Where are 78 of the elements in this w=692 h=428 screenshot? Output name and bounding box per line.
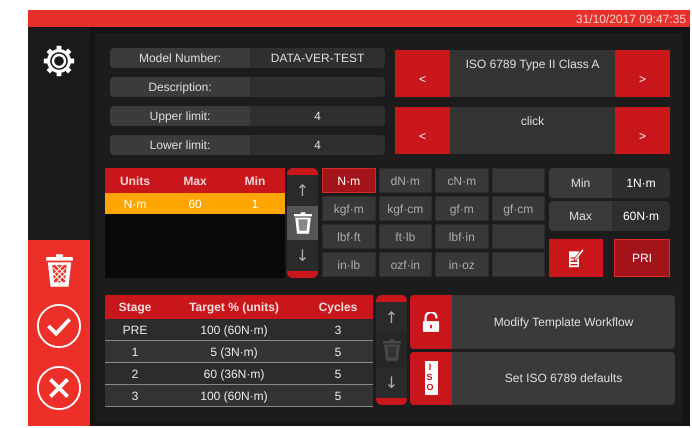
empty-slot: [492, 224, 545, 249]
column-header: Target % (units): [188, 300, 280, 314]
next-button[interactable]: >: [615, 107, 670, 154]
input-field[interactable]: 4: [250, 106, 385, 126]
table-cell-text: 2: [130, 366, 140, 380]
table-cell-text: 60 (36N·m): [202, 366, 266, 380]
trash-icon: [294, 212, 312, 234]
input-field[interactable]: 4: [250, 135, 385, 155]
table-cell-text: 5 (3N·m): [209, 344, 259, 358]
table-cell-text: 100 (60N·m): [199, 388, 269, 402]
input-field[interactable]: [250, 77, 385, 97]
unit-button[interactable]: gf·m: [435, 196, 488, 221]
field-label: Model Number:: [110, 48, 250, 68]
unit-button[interactable]: N·m: [322, 168, 376, 193]
down-button[interactable]: ↓: [376, 367, 407, 398]
field-label: Lower limit:: [110, 135, 250, 155]
selector-value: ISO 6789 Type II Class A: [450, 50, 615, 97]
column-header: Min: [244, 174, 266, 188]
next-button[interactable]: >: [615, 50, 670, 97]
scroll-cap: [376, 295, 407, 302]
trash-icon[interactable]: [46, 254, 72, 287]
table-cell-text: PRE: [122, 322, 148, 336]
padlock-icon: [422, 312, 440, 332]
range-label: Min: [549, 168, 612, 198]
unit-button[interactable]: ft·lb: [378, 224, 432, 249]
table-cell-text: 3: [334, 322, 342, 336]
unit-button[interactable]: lbf·in: [435, 224, 488, 249]
trash-icon: [382, 339, 400, 361]
unit-button[interactable]: in·lb: [322, 252, 376, 277]
input-field[interactable]: DATA-VER-TEST: [250, 48, 385, 68]
up-button[interactable]: ↑: [287, 175, 318, 206]
table-cell-text: 60: [187, 196, 203, 210]
range-label: Max: [549, 201, 612, 231]
up-button[interactable]: ↑: [376, 302, 407, 333]
column-header: Units: [119, 174, 151, 188]
empty-slot: [492, 168, 545, 193]
field-label: Upper limit:: [110, 106, 250, 126]
settings-icon[interactable]: [43, 45, 75, 77]
unit-button[interactable]: ozf·in: [378, 252, 432, 277]
unit-button[interactable]: in·oz: [435, 252, 488, 277]
unit-button[interactable]: cN·m: [435, 168, 488, 193]
table-cell-text: 1: [130, 344, 140, 358]
delete-button[interactable]: [287, 206, 318, 240]
table-cell-text: 100 (60N·m): [199, 322, 269, 336]
table-cell-text: 3: [130, 388, 140, 402]
previous-button[interactable]: <: [395, 50, 450, 97]
table-cell-text: 5: [334, 344, 342, 358]
table-cell-text: N·m: [122, 196, 148, 210]
unit-button[interactable]: kgf·cm: [378, 196, 432, 221]
down-button[interactable]: ↓: [287, 240, 318, 271]
scroll-cap: [287, 168, 318, 175]
edit-button[interactable]: [549, 239, 603, 277]
iso-badge: ISO: [424, 361, 438, 396]
close-icon[interactable]: [36, 365, 82, 411]
previous-button[interactable]: <: [395, 107, 450, 154]
iso-defaults-button[interactable]: ISO Set ISO 6789 defaults: [410, 352, 675, 405]
column-header: Max: [182, 174, 208, 188]
range-value: 1N·m: [612, 168, 670, 198]
pri-button[interactable]: PRI: [614, 239, 670, 277]
unit-button[interactable]: kgf·m: [322, 196, 376, 221]
empty-slot: [492, 252, 545, 277]
scroll-cap: [376, 398, 407, 405]
table-cell-text: 1: [250, 196, 260, 210]
range-value: 60N·m: [612, 201, 670, 231]
table-cell-text: 5: [334, 388, 342, 402]
table-cell-text: 5: [334, 366, 342, 380]
scroll-cap: [287, 271, 318, 278]
modify-workflow-button[interactable]: Modify Template Workflow: [410, 295, 675, 348]
date-time: 31/10/2017 09:47:35: [576, 12, 686, 26]
column-header: Cycles: [318, 300, 358, 314]
notepad-pencil-icon: [568, 248, 584, 268]
selector-value: click: [450, 107, 615, 154]
unit-button[interactable]: dN·m: [378, 168, 432, 193]
unit-button[interactable]: lbf·ft: [322, 224, 376, 249]
confirm-icon[interactable]: [36, 303, 82, 349]
column-header: Stage: [118, 300, 152, 314]
field-label: Description:: [110, 77, 250, 97]
unit-button[interactable]: gf·cm: [492, 196, 545, 221]
